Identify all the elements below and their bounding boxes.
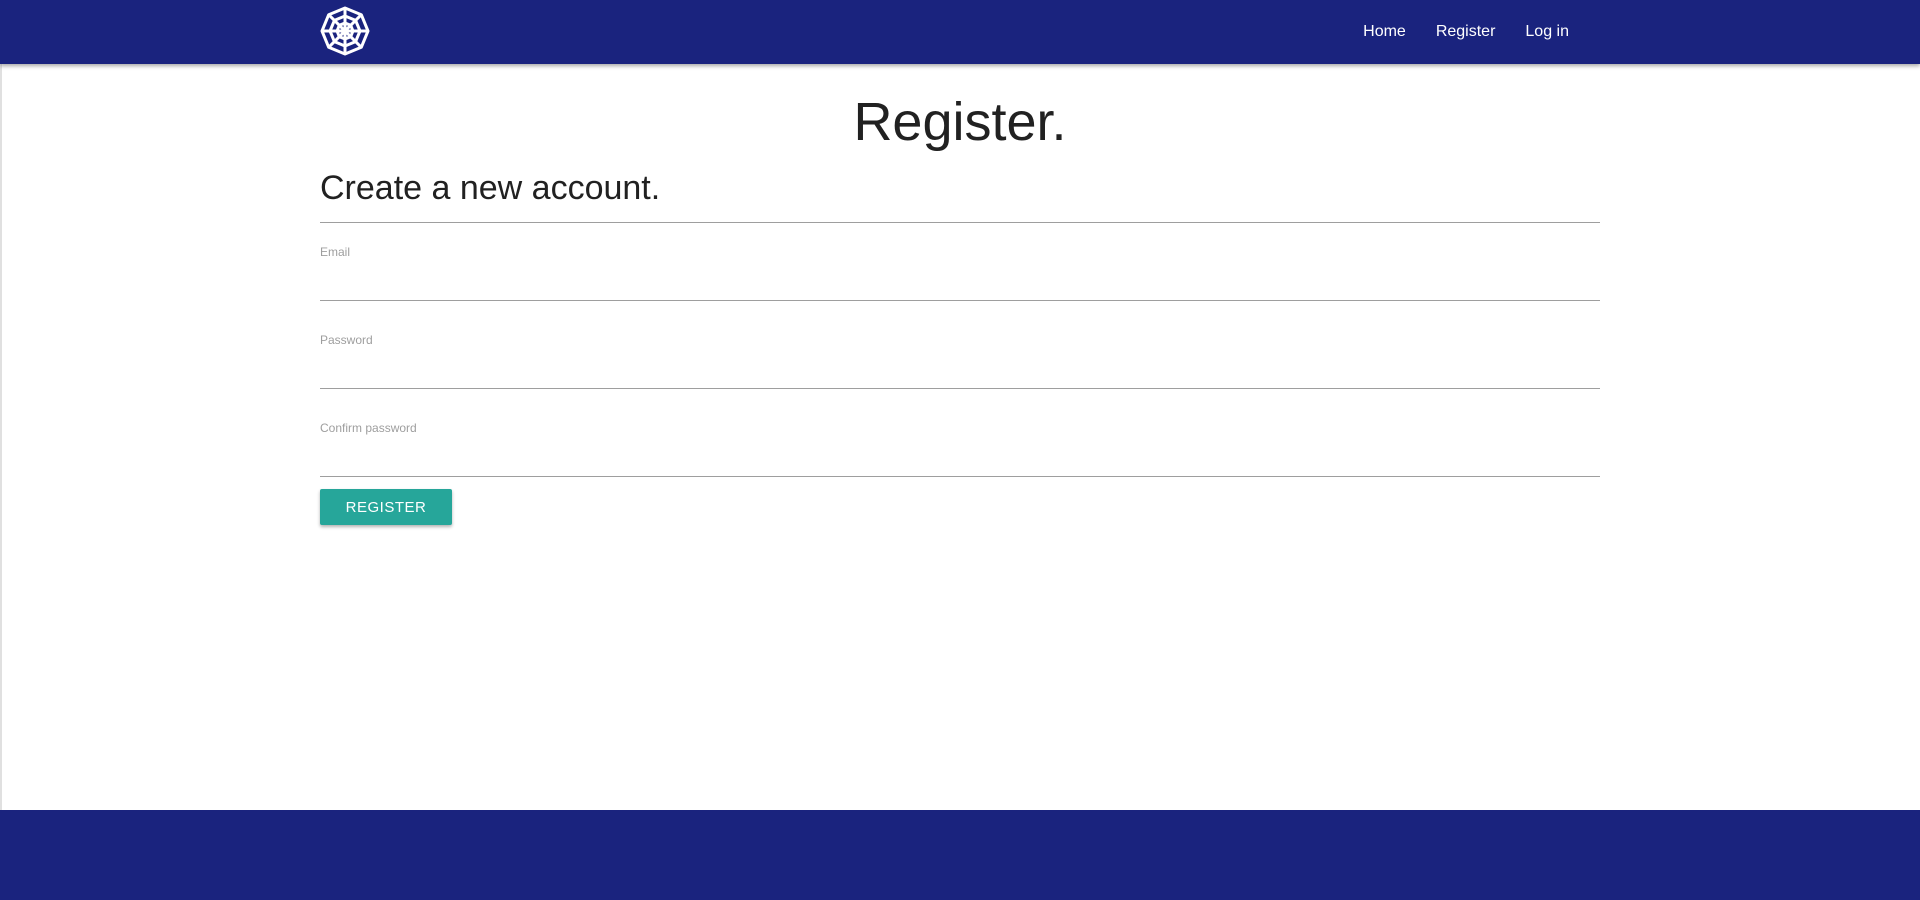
page-title: Register.: [853, 92, 1067, 152]
register-button[interactable]: REGISTER: [320, 489, 452, 525]
main-content: Register. Create a new account. Email Pa…: [320, 64, 1600, 525]
divider: [320, 222, 1600, 223]
password-input[interactable]: [320, 347, 1600, 389]
email-label: Email: [320, 245, 351, 259]
nav-links: Home Register Log in: [1348, 0, 1584, 64]
confirm-password-label: Confirm password: [320, 421, 417, 435]
register-form: Email Password Confirm password REGISTER: [320, 245, 1600, 525]
password-field-group: Password: [320, 333, 1600, 401]
nav-link-login[interactable]: Log in: [1510, 0, 1584, 64]
confirm-password-field-group: Confirm password: [320, 421, 1600, 489]
page-subtitle: Create a new account.: [320, 169, 661, 207]
email-field-group: Email: [320, 245, 1600, 313]
page-edge: [0, 64, 2, 810]
confirm-password-input[interactable]: [320, 435, 1600, 477]
spider-web-icon[interactable]: [320, 6, 370, 56]
nav-link-register[interactable]: Register: [1421, 0, 1511, 64]
email-input[interactable]: [320, 259, 1600, 301]
footer: [0, 810, 1920, 900]
nav-link-home[interactable]: Home: [1348, 0, 1421, 64]
password-label: Password: [320, 333, 373, 347]
navbar: Home Register Log in: [0, 0, 1920, 64]
